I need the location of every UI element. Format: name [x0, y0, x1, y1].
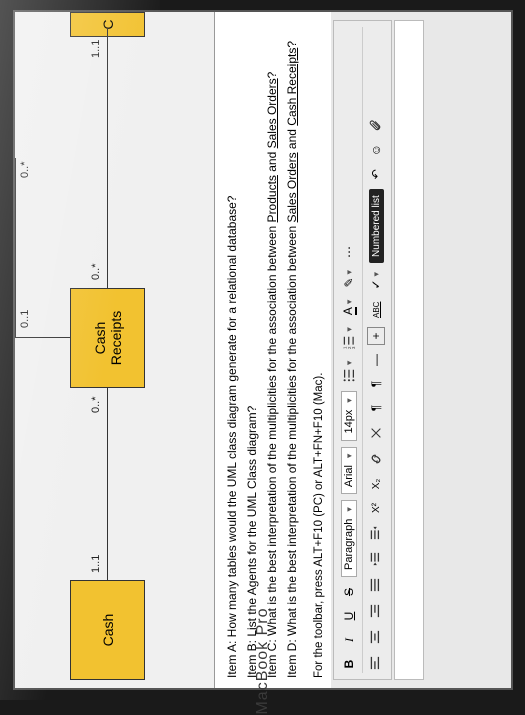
- pencil-icon: ✎: [342, 277, 356, 287]
- font-size-select[interactable]: 14px: [341, 391, 357, 440]
- horizontal-rule-button[interactable]: —: [367, 351, 385, 369]
- undo-button[interactable]: ↶: [367, 165, 385, 183]
- spellcheck-button[interactable]: ABC: [367, 299, 385, 321]
- svg-text:3: 3: [351, 346, 356, 349]
- multiplicity-label: 0..1: [19, 310, 31, 328]
- rich-text-editor-body[interactable]: [394, 20, 424, 680]
- subscript-button[interactable]: X₂: [367, 475, 385, 493]
- uml-class-cash-receipts: Cash Receipts: [70, 288, 145, 388]
- question-item-d: Item D: What is the best interpretation …: [283, 22, 301, 678]
- rich-text-toolbar: B I U S Paragraph Arial 14px 123 A ✎ ⋯: [333, 20, 392, 680]
- multiplicity-label: 0..*: [90, 396, 102, 413]
- uml-class-cash: Cash: [70, 580, 145, 680]
- italic-button[interactable]: I: [340, 631, 358, 649]
- font-family-select[interactable]: Arial: [341, 447, 357, 495]
- more-options-button[interactable]: ⋯: [340, 243, 358, 261]
- question-item-b: Item B: List the Agents for the UML Clas…: [243, 22, 261, 678]
- superscript-button[interactable]: X²: [367, 499, 385, 517]
- bullet-list-icon: [342, 368, 356, 382]
- align-left-icon: [369, 656, 383, 670]
- indent-icon: [369, 526, 383, 540]
- link-button[interactable]: [367, 449, 385, 469]
- attachment-button[interactable]: [367, 115, 385, 135]
- toolbar-row-1: B I U S Paragraph Arial 14px 123 A ✎ ⋯: [338, 27, 360, 673]
- strikethrough-button[interactable]: S: [340, 583, 358, 601]
- insert-button[interactable]: +: [367, 327, 385, 345]
- rtl-direction-button[interactable]: ¶: [367, 399, 385, 417]
- numbered-list-button[interactable]: 123: [340, 324, 358, 352]
- highlight-color-button[interactable]: ✎: [340, 267, 358, 291]
- text-color-button[interactable]: A: [340, 297, 358, 319]
- paperclip-icon: [369, 118, 383, 132]
- outdent-icon: [369, 552, 383, 566]
- indent-button[interactable]: [367, 523, 385, 543]
- numbered-list-tooltip: Numbered list: [368, 189, 383, 263]
- align-center-icon: [369, 630, 383, 644]
- device-brand-label: MacBook Pro: [254, 607, 272, 714]
- question-text-block: Item A: How many tables would the UML cl…: [215, 12, 311, 688]
- link-icon: [369, 452, 383, 466]
- ltr-direction-button[interactable]: ¶: [367, 375, 385, 393]
- bold-button[interactable]: B: [340, 655, 358, 673]
- question-item-a: Item A: How many tables would the UML cl…: [223, 22, 241, 678]
- align-center-button[interactable]: [367, 627, 385, 647]
- align-justify-icon: [369, 578, 383, 592]
- paragraph-format-select[interactable]: Paragraph: [341, 500, 357, 577]
- remove-format-button[interactable]: [367, 423, 385, 443]
- content-viewport: Cash Cash Receipts C 1..1 0..* 0..* 1..1…: [13, 10, 513, 690]
- uml-association-line: [15, 337, 70, 338]
- align-right-icon: [369, 604, 383, 618]
- question-item-c: Item C: What is the best interpretation …: [263, 22, 281, 678]
- multiplicity-label: 0..*: [90, 263, 102, 280]
- remove-format-icon: [369, 426, 383, 440]
- uml-association-line: [15, 158, 16, 338]
- multiplicity-label: 0..*: [19, 161, 31, 178]
- bullet-list-button[interactable]: [340, 358, 358, 386]
- uml-association-line: [107, 28, 108, 288]
- emoji-button[interactable]: ☺: [367, 141, 385, 159]
- multiplicity-label: 1..1: [90, 555, 102, 573]
- align-justify-button[interactable]: [367, 575, 385, 595]
- align-right-button[interactable]: [367, 601, 385, 621]
- multiplicity-label: 1..1: [90, 40, 102, 58]
- spellcheck-toggle[interactable]: ✓: [367, 269, 385, 293]
- uml-diagram-area: Cash Cash Receipts C 1..1 0..* 0..* 1..1…: [15, 12, 215, 688]
- toolbar-row-2: X² X₂ ¶ ¶ — + ABC ✓ Numbered list ↶ ☺: [362, 27, 387, 673]
- outdent-button[interactable]: [367, 549, 385, 569]
- uml-association-line: [107, 388, 108, 580]
- underline-button[interactable]: U: [340, 607, 358, 625]
- toolbar-shortcut-hint: For the toolbar, press ALT+F10 (PC) or A…: [311, 12, 331, 688]
- align-left-button[interactable]: [367, 653, 385, 673]
- numbered-list-icon: 123: [342, 335, 356, 349]
